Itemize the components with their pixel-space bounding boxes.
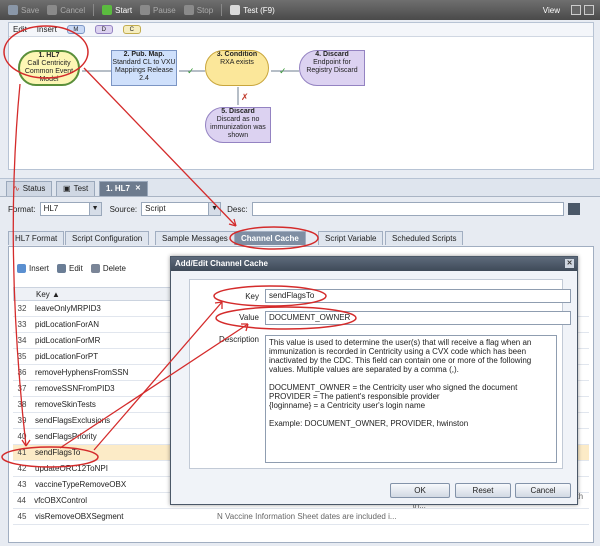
annotation-overlay	[1, 25, 357, 468]
highlight-oval	[1, 446, 99, 468]
annotation-arrow	[59, 323, 249, 449]
app-window: Save Cancel Start Pause Stop Test (F9) V…	[0, 0, 600, 546]
annotation-arrow	[83, 67, 237, 227]
highlight-oval	[215, 306, 357, 330]
annotation-arrow	[93, 301, 223, 451]
highlight-oval	[3, 25, 89, 79]
highlight-oval	[213, 285, 327, 307]
annotation-arrow	[12, 83, 27, 447]
highlight-oval	[229, 226, 319, 250]
